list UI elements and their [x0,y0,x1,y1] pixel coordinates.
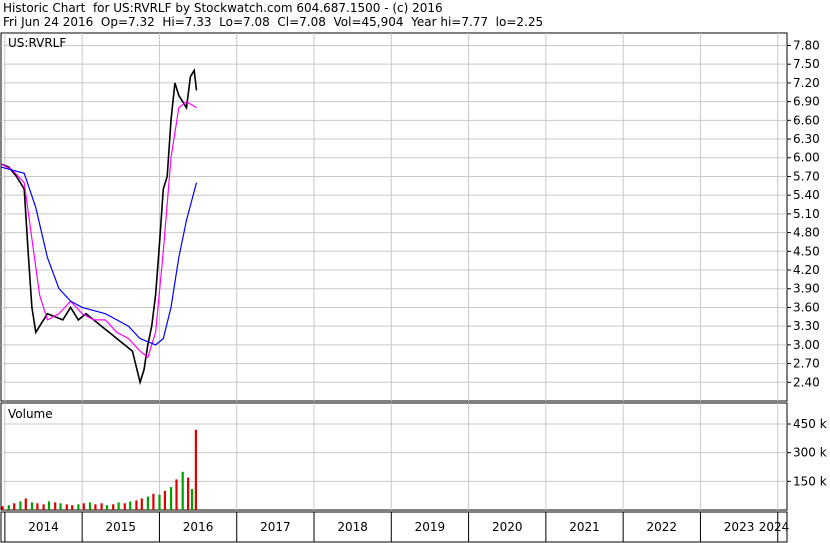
volume-bar [13,503,16,510]
y-tick-label-5: 6.30 [793,132,820,146]
volume-bar [1,506,4,510]
y-tick-label-16: 3.00 [793,338,820,352]
x-tick-label-10: 2024 [759,520,790,534]
x-tick-label-5: 2019 [415,520,446,534]
price-panel-frame [0,32,788,402]
y-tick-label-2: 7.20 [793,76,820,90]
volume-bar [194,429,197,511]
stock-chart: Historic Chart for US:RVRLF by Stockwatc… [0,0,830,543]
volume-tick-label-1: 300 k [793,446,827,460]
volume-tick-label-2: 150 k [793,474,827,488]
y-tick-label-8: 5.40 [793,188,820,202]
y-tick-label-6: 6.00 [793,151,820,165]
volume-bar [42,504,45,510]
volume-bar [47,501,51,510]
volume-bar [30,502,34,510]
volume-bar [187,477,190,510]
volume-bar [135,500,138,510]
y-tick-label-12: 4.20 [793,263,820,277]
volume-bar [152,493,155,510]
y-tick-label-1: 7.50 [793,57,820,71]
volume-bar [117,502,120,510]
volume-bar [94,504,97,510]
volume-bar [82,503,85,510]
volume-bar [36,503,39,510]
volume-bar [77,504,80,510]
volume-bar [88,502,92,510]
x-tick-label-3: 2017 [260,520,291,534]
y-tick-label-3: 6.90 [793,95,820,109]
volume-bar [175,479,178,510]
volume-bar [59,503,62,510]
volume-bar [146,496,149,510]
y-tick-label-13: 3.90 [793,282,820,296]
volume-bar [112,504,115,510]
y-tick-label-15: 3.30 [793,319,820,333]
volume-bar [105,505,109,510]
volume-bar [24,498,27,510]
y-tick-label-18: 2.40 [793,375,820,389]
volume-panel-frame [0,402,788,511]
y-tick-label-10: 4.80 [793,226,820,240]
volume-bar [190,489,194,510]
chart-canvas: 7.80 7.50 7.20 6.90 6.60 6.30 6.00 5.70 5.40 5.10… [0,32,827,543]
y-tick-label-11: 4.50 [793,244,820,258]
volume-bar [71,505,74,510]
y-tick-label-14: 3.60 [793,300,820,314]
volume-bar [123,503,126,510]
volume-bar [19,501,22,510]
y-tick-label-9: 5.10 [793,207,820,221]
volume-bar [181,471,184,510]
price-panel-label: US:RVRLF [8,36,66,50]
volume-bar [170,487,173,510]
x-tick-label-6: 2020 [492,520,523,534]
x-tick-label-9: 2023 [724,520,755,534]
x-tick-label-7: 2021 [569,520,600,534]
x-tick-label-2: 2016 [183,520,214,534]
y-tick-label-17: 2.70 [793,357,820,371]
volume-bar [158,494,161,510]
x-tick-label-8: 2022 [647,520,678,534]
x-tick-label-1: 2015 [106,520,137,534]
volume-bar [54,502,57,510]
volume-tick-label-0: 450 k [793,417,827,431]
x-tick-label-0: 2014 [28,520,59,534]
volume-bar [65,504,68,510]
y-tick-label-7: 5.70 [793,169,820,183]
y-tick-label-0: 7.80 [793,38,820,52]
x-tick-label-4: 2018 [337,520,368,534]
y-tick-label-4: 6.60 [793,113,820,127]
volume-bar [163,490,166,510]
volume-bar [129,501,132,510]
volume-bar [100,503,103,510]
volume-bar [140,498,143,510]
volume-panel-label: Volume [8,407,53,421]
volume-bar [7,505,10,510]
